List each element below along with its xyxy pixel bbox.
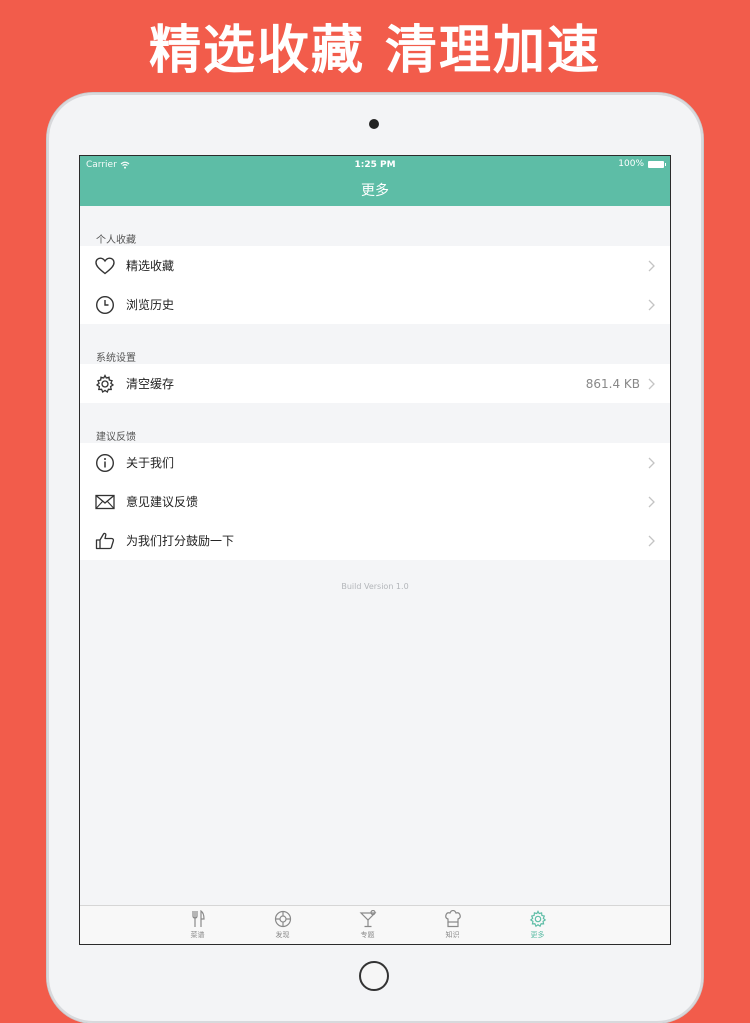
- cache-size-value: 861.4 KB: [585, 376, 640, 391]
- fork-knife-icon: [191, 910, 205, 927]
- row-label: 意见建议反馈: [126, 495, 199, 509]
- tab-label: 菜谱: [190, 931, 205, 939]
- camera-dot: [369, 119, 379, 129]
- chevron-right-icon: [648, 260, 656, 272]
- tab-knowledge[interactable]: 知识: [410, 906, 495, 944]
- row-label: 精选收藏: [126, 259, 175, 273]
- tab-discover[interactable]: 发现: [240, 906, 325, 944]
- home-button[interactable]: [359, 961, 389, 991]
- row-label: 清空缓存: [126, 377, 175, 391]
- row-label: 为我们打分鼓励一下: [126, 534, 235, 548]
- section-favorites: 精选收藏 浏览历史: [80, 246, 670, 324]
- section-title-favorites: 个人收藏: [96, 235, 136, 246]
- settings-list: 个人收藏 精选收藏 浏览历史 系统设置 清空缓存 861.4 KB 建议反馈 关…: [80, 206, 670, 591]
- battery-icon: [648, 160, 666, 168]
- cocktail-icon: [359, 910, 376, 928]
- status-time: 1:25 PM: [354, 160, 396, 170]
- gear-icon: [94, 373, 116, 395]
- tab-label: 知识: [445, 931, 460, 939]
- envelope-icon: [94, 491, 116, 513]
- row-rate-app[interactable]: 为我们打分鼓励一下: [80, 521, 670, 560]
- chevron-right-icon: [648, 457, 656, 469]
- chef-hat-icon: [444, 910, 461, 928]
- tab-recipes[interactable]: 菜谱: [155, 906, 240, 944]
- row-label: 关于我们: [126, 456, 175, 470]
- row-browse-history[interactable]: 浏览历史: [80, 285, 670, 324]
- section-title-feedback: 建议反馈: [96, 432, 136, 443]
- tab-label: 更多: [530, 931, 545, 939]
- row-clear-cache[interactable]: 清空缓存 861.4 KB: [80, 364, 670, 403]
- heart-icon: [94, 255, 116, 277]
- promo-title: 精选收藏 清理加速: [148, 21, 602, 81]
- gear-icon: [529, 910, 546, 928]
- navigation-header: Carrier 1:25 PM 100% 更多: [80, 156, 670, 206]
- tab-bar: 菜谱 发现 专题 知识 更多: [80, 905, 670, 944]
- compass-icon: [274, 910, 291, 928]
- thumbs-up-icon: [94, 530, 116, 552]
- chevron-right-icon: [648, 299, 656, 311]
- status-right: 100%: [618, 159, 666, 169]
- status-bar: Carrier 1:25 PM 100%: [80, 156, 670, 174]
- tab-label: 发现: [275, 931, 290, 939]
- row-label: 浏览历史: [126, 298, 175, 312]
- battery-percent: 100%: [618, 159, 644, 169]
- info-icon: [94, 452, 116, 474]
- clock-icon: [94, 294, 116, 316]
- row-about-us[interactable]: 关于我们: [80, 443, 670, 482]
- row-featured-favorites[interactable]: 精选收藏: [80, 246, 670, 285]
- tab-bar-items: 菜谱 发现 专题 知识 更多: [155, 906, 580, 944]
- tab-topics[interactable]: 专题: [325, 906, 410, 944]
- section-title-system: 系统设置: [96, 353, 136, 364]
- build-version: Build Version 1.0: [341, 582, 409, 591]
- chevron-right-icon: [648, 378, 656, 390]
- page-title: 更多: [361, 183, 389, 199]
- section-system: 清空缓存 861.4 KB: [80, 364, 670, 403]
- tab-label: 专题: [360, 931, 375, 939]
- chevron-right-icon: [648, 535, 656, 547]
- section-feedback: 关于我们 意见建议反馈 为我们打分鼓励一下: [80, 443, 670, 560]
- row-feedback[interactable]: 意见建议反馈: [80, 482, 670, 521]
- tab-more[interactable]: 更多: [495, 906, 580, 944]
- chevron-right-icon: [648, 496, 656, 508]
- app-screen: Carrier 1:25 PM 100% 更多 个人收藏 精选收藏 浏览历史 系…: [79, 155, 671, 945]
- ipad-frame: Carrier 1:25 PM 100% 更多 个人收藏 精选收藏 浏览历史 系…: [47, 93, 703, 1023]
